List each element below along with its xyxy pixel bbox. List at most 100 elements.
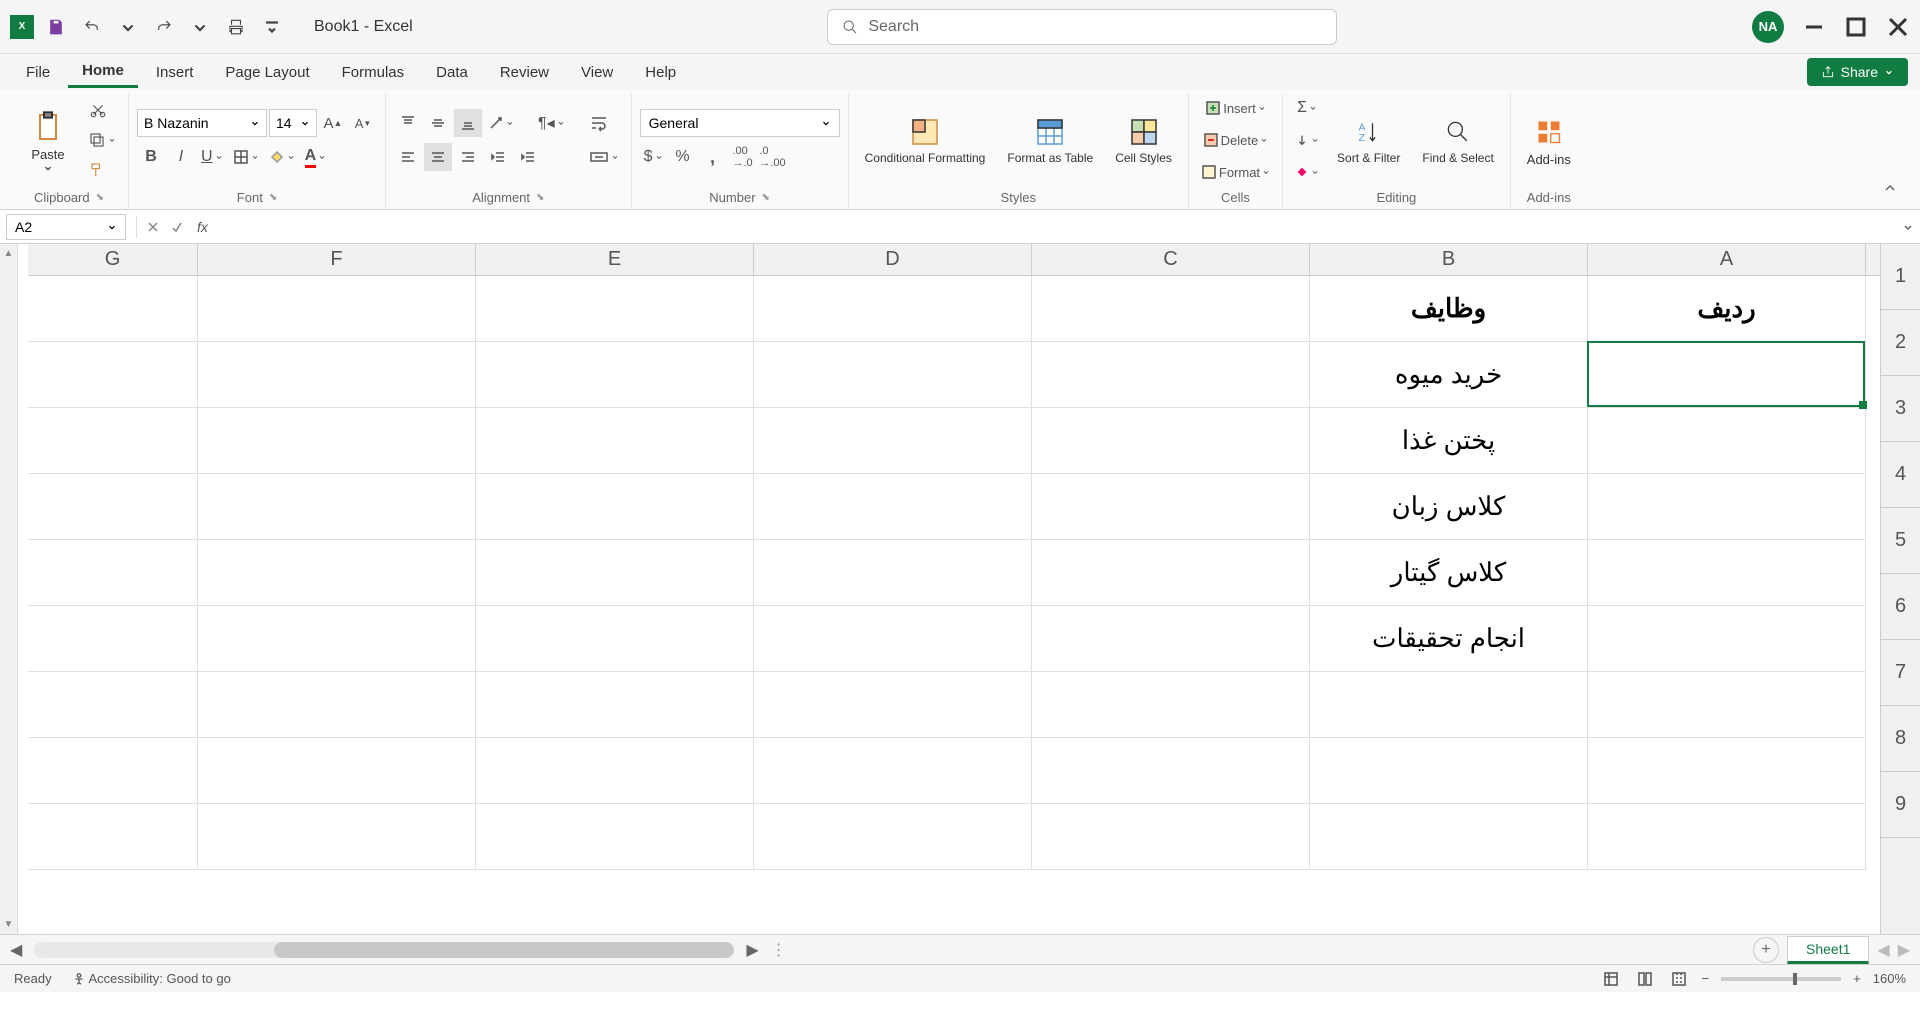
alignment-launcher[interactable]: ⬊: [536, 192, 544, 203]
print-button[interactable]: [222, 13, 250, 41]
cell-A1[interactable]: ردیف: [1588, 276, 1866, 342]
cell-G3[interactable]: [28, 408, 198, 474]
cell-F4[interactable]: [198, 474, 476, 540]
cut-button[interactable]: [84, 96, 112, 124]
cell-E4[interactable]: [476, 474, 754, 540]
zoom-in-button[interactable]: +: [1853, 971, 1861, 986]
font-name-select[interactable]: B Nazanin: [137, 109, 267, 137]
number-launcher[interactable]: ⬊: [762, 192, 770, 203]
font-size-select[interactable]: 14: [269, 109, 317, 137]
percent-format-button[interactable]: %: [669, 143, 697, 171]
cell-C5[interactable]: [1032, 540, 1310, 606]
sheet-options[interactable]: ⋮: [771, 940, 787, 960]
cell-C4[interactable]: [1032, 474, 1310, 540]
cell-D4[interactable]: [754, 474, 1032, 540]
cancel-formula-button[interactable]: [141, 215, 165, 239]
fill-color-button[interactable]: [265, 143, 299, 171]
decrease-decimal-button[interactable]: .0→.00: [759, 143, 787, 171]
column-header-A[interactable]: A: [1588, 244, 1866, 275]
cell-F3[interactable]: [198, 408, 476, 474]
row-header-6[interactable]: 6: [1881, 574, 1920, 640]
fill-button[interactable]: [1291, 126, 1323, 154]
borders-button[interactable]: [229, 143, 263, 171]
cell-D9[interactable]: [754, 804, 1032, 870]
delete-cells-button[interactable]: Delete: [1197, 126, 1274, 154]
close-button[interactable]: [1886, 15, 1910, 39]
format-as-table-button[interactable]: Format as Table: [999, 110, 1101, 169]
tab-help[interactable]: Help: [631, 58, 690, 87]
qat-customize[interactable]: [258, 13, 286, 41]
sheet-nav-next[interactable]: ▶: [1898, 940, 1910, 960]
zoom-out-button[interactable]: −: [1702, 971, 1710, 986]
cell-F1[interactable]: [198, 276, 476, 342]
cell-C6[interactable]: [1032, 606, 1310, 672]
accounting-format-button[interactable]: $: [640, 143, 667, 171]
decrease-font-button[interactable]: A▼: [349, 109, 377, 137]
collapse-ribbon-button[interactable]: [1870, 172, 1910, 209]
wrap-text-button[interactable]: [585, 109, 613, 137]
cell-C9[interactable]: [1032, 804, 1310, 870]
row-header-9[interactable]: 9: [1881, 772, 1920, 838]
autosum-button[interactable]: Σ: [1291, 94, 1323, 122]
merge-center-button[interactable]: [585, 143, 623, 171]
cell-D2[interactable]: [754, 342, 1032, 408]
align-center-button[interactable]: [424, 143, 452, 171]
cell-D1[interactable]: [754, 276, 1032, 342]
cell-E7[interactable]: [476, 672, 754, 738]
expand-formula-bar[interactable]: [1896, 221, 1920, 233]
format-painter-button[interactable]: [84, 156, 112, 184]
find-select-button[interactable]: Find & Select: [1414, 110, 1501, 169]
cell-C7[interactable]: [1032, 672, 1310, 738]
cell-D6[interactable]: [754, 606, 1032, 672]
align-left-button[interactable]: [394, 143, 422, 171]
cell-B1[interactable]: وظایف: [1310, 276, 1588, 342]
copy-button[interactable]: [84, 126, 120, 154]
sort-filter-button[interactable]: AZ Sort & Filter: [1329, 110, 1408, 169]
undo-dropdown[interactable]: [114, 13, 142, 41]
zoom-slider[interactable]: [1721, 977, 1841, 981]
name-box[interactable]: A2: [6, 214, 126, 240]
cell-B6[interactable]: انجام تحقیقات: [1310, 606, 1588, 672]
cell-G6[interactable]: [28, 606, 198, 672]
number-format-select[interactable]: General: [640, 109, 840, 137]
cell-D7[interactable]: [754, 672, 1032, 738]
fx-label[interactable]: fx: [197, 219, 208, 235]
minimize-button[interactable]: [1802, 15, 1826, 39]
maximize-button[interactable]: [1844, 15, 1868, 39]
column-header-B[interactable]: B: [1310, 244, 1588, 275]
cell-G4[interactable]: [28, 474, 198, 540]
cell-D5[interactable]: [754, 540, 1032, 606]
increase-indent-button[interactable]: [514, 143, 542, 171]
cell-A6[interactable]: [1588, 606, 1866, 672]
row-header-7[interactable]: 7: [1881, 640, 1920, 706]
vertical-scroll-handles[interactable]: ▲▼: [0, 244, 18, 934]
cell-B7[interactable]: [1310, 672, 1588, 738]
redo-button[interactable]: [150, 13, 178, 41]
insert-cells-button[interactable]: Insert: [1197, 94, 1274, 122]
increase-decimal-button[interactable]: .00→.0: [729, 143, 757, 171]
font-launcher[interactable]: ⬊: [269, 192, 277, 203]
cell-G7[interactable]: [28, 672, 198, 738]
tab-file[interactable]: File: [12, 58, 64, 87]
row-header-2[interactable]: 2: [1881, 310, 1920, 376]
cell-G8[interactable]: [28, 738, 198, 804]
sheet-tab-sheet1[interactable]: Sheet1: [1787, 936, 1869, 964]
status-accessibility[interactable]: Accessibility: Good to go: [72, 971, 231, 987]
column-header-F[interactable]: F: [198, 244, 476, 275]
row-header-8[interactable]: 8: [1881, 706, 1920, 772]
enter-formula-button[interactable]: [165, 215, 189, 239]
text-direction-button[interactable]: ¶◂: [534, 109, 569, 137]
search-box[interactable]: Search: [827, 9, 1337, 45]
cell-B3[interactable]: پختن غذا: [1310, 408, 1588, 474]
cell-E8[interactable]: [476, 738, 754, 804]
format-cells-button[interactable]: Format: [1197, 158, 1274, 186]
row-header-1[interactable]: 1: [1881, 244, 1920, 310]
cell-C8[interactable]: [1032, 738, 1310, 804]
share-button[interactable]: Share: [1807, 58, 1908, 86]
cell-D8[interactable]: [754, 738, 1032, 804]
cell-styles-button[interactable]: Cell Styles: [1107, 110, 1180, 169]
column-header-G[interactable]: G: [28, 244, 198, 275]
column-header-E[interactable]: E: [476, 244, 754, 275]
conditional-formatting-button[interactable]: Conditional Formatting: [857, 110, 994, 169]
redo-dropdown[interactable]: [186, 13, 214, 41]
